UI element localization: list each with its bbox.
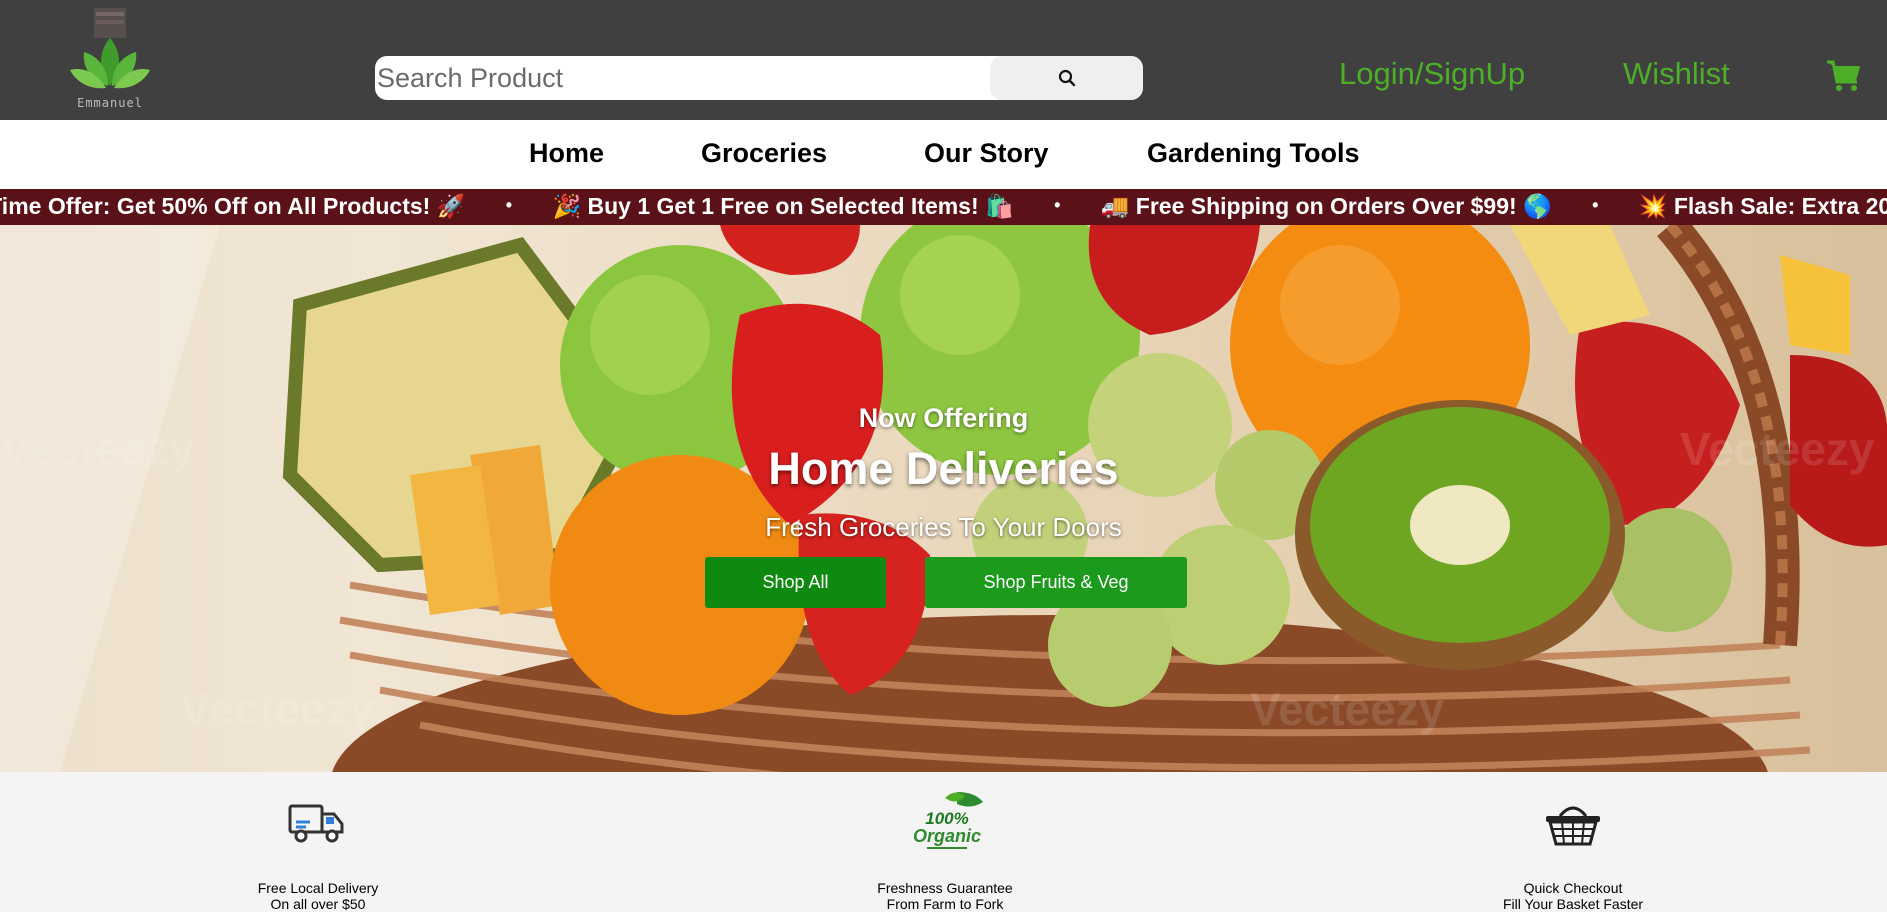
- features-section: Free Local Delivery On all over $50 100%…: [0, 772, 1887, 912]
- nav-item-gardening-tools[interactable]: Gardening Tools: [1147, 138, 1360, 169]
- ticker-track: Limited Time Offer: Get 50% Off on All P…: [0, 193, 1887, 220]
- logo[interactable]: Emmanuel: [68, 8, 152, 112]
- feature-title: Freshness Guarantee: [877, 880, 1013, 896]
- search-bar: [375, 56, 1143, 100]
- basket-icon: [1546, 806, 1600, 846]
- hero-banner: Vecteezy Vecteezy Vecteezy Vecteezy Now …: [0, 225, 1887, 772]
- ticker-item: Limited Time Offer: Get 50% Off on All P…: [0, 193, 466, 219]
- hero-tagline: Fresh Groceries To Your Doors: [765, 512, 1122, 542]
- search-button[interactable]: [990, 56, 1143, 100]
- top-header: Emmanuel Login/SignUp Wishlist: [0, 0, 1887, 120]
- hero-subtitle: Now Offering: [858, 403, 1029, 433]
- nav-item-home[interactable]: Home: [529, 138, 604, 169]
- cart-icon: [1827, 60, 1860, 91]
- promo-ticker: Limited Time Offer: Get 50% Off on All P…: [0, 189, 1887, 225]
- ticker-item: 💥 Flash Sale: Extra 20%: [1638, 193, 1887, 219]
- feature-title: Quick Checkout: [1523, 880, 1623, 896]
- badge-text-organic: Organic: [913, 826, 981, 846]
- fruit-basket-image: Vecteezy Vecteezy Vecteezy Vecteezy: [0, 225, 1887, 772]
- search-input[interactable]: [375, 56, 990, 100]
- nav-item-our-story[interactable]: Our Story: [924, 138, 1049, 169]
- main-nav: Home Groceries Our Story Gardening Tools: [0, 120, 1887, 189]
- logo-text: Emmanuel: [77, 96, 143, 110]
- search-icon: [1058, 69, 1075, 87]
- shop-fruits-veg-button[interactable]: Shop Fruits & Veg: [925, 557, 1187, 608]
- feature-title: Free Local Delivery: [257, 880, 379, 896]
- hero-title: Home Deliveries: [768, 443, 1119, 494]
- ticker-item: 🚚 Free Shipping on Orders Over $99! 🌎: [1100, 193, 1552, 219]
- wishlist-link[interactable]: Wishlist: [1623, 56, 1730, 92]
- login-signup-link[interactable]: Login/SignUp: [1339, 56, 1525, 92]
- lotus-logo-icon: [70, 8, 150, 89]
- ticker-item: 🎉 Buy 1 Get 1 Free on Selected Items! 🛍️: [552, 193, 1014, 219]
- shop-all-button[interactable]: Shop All: [705, 557, 886, 608]
- nav-item-groceries[interactable]: Groceries: [701, 138, 827, 169]
- ticker-separator: •: [1592, 195, 1599, 215]
- organic-badge-icon: 100% Organic: [913, 792, 983, 849]
- svg-text:Vecteezy: Vecteezy: [180, 683, 375, 735]
- ticker-separator: •: [1054, 195, 1061, 215]
- cart-button[interactable]: [1826, 60, 1862, 92]
- delivery-truck-icon: [288, 804, 344, 843]
- ticker-separator: •: [505, 195, 513, 215]
- svg-text:Vecteezy: Vecteezy: [1250, 683, 1445, 735]
